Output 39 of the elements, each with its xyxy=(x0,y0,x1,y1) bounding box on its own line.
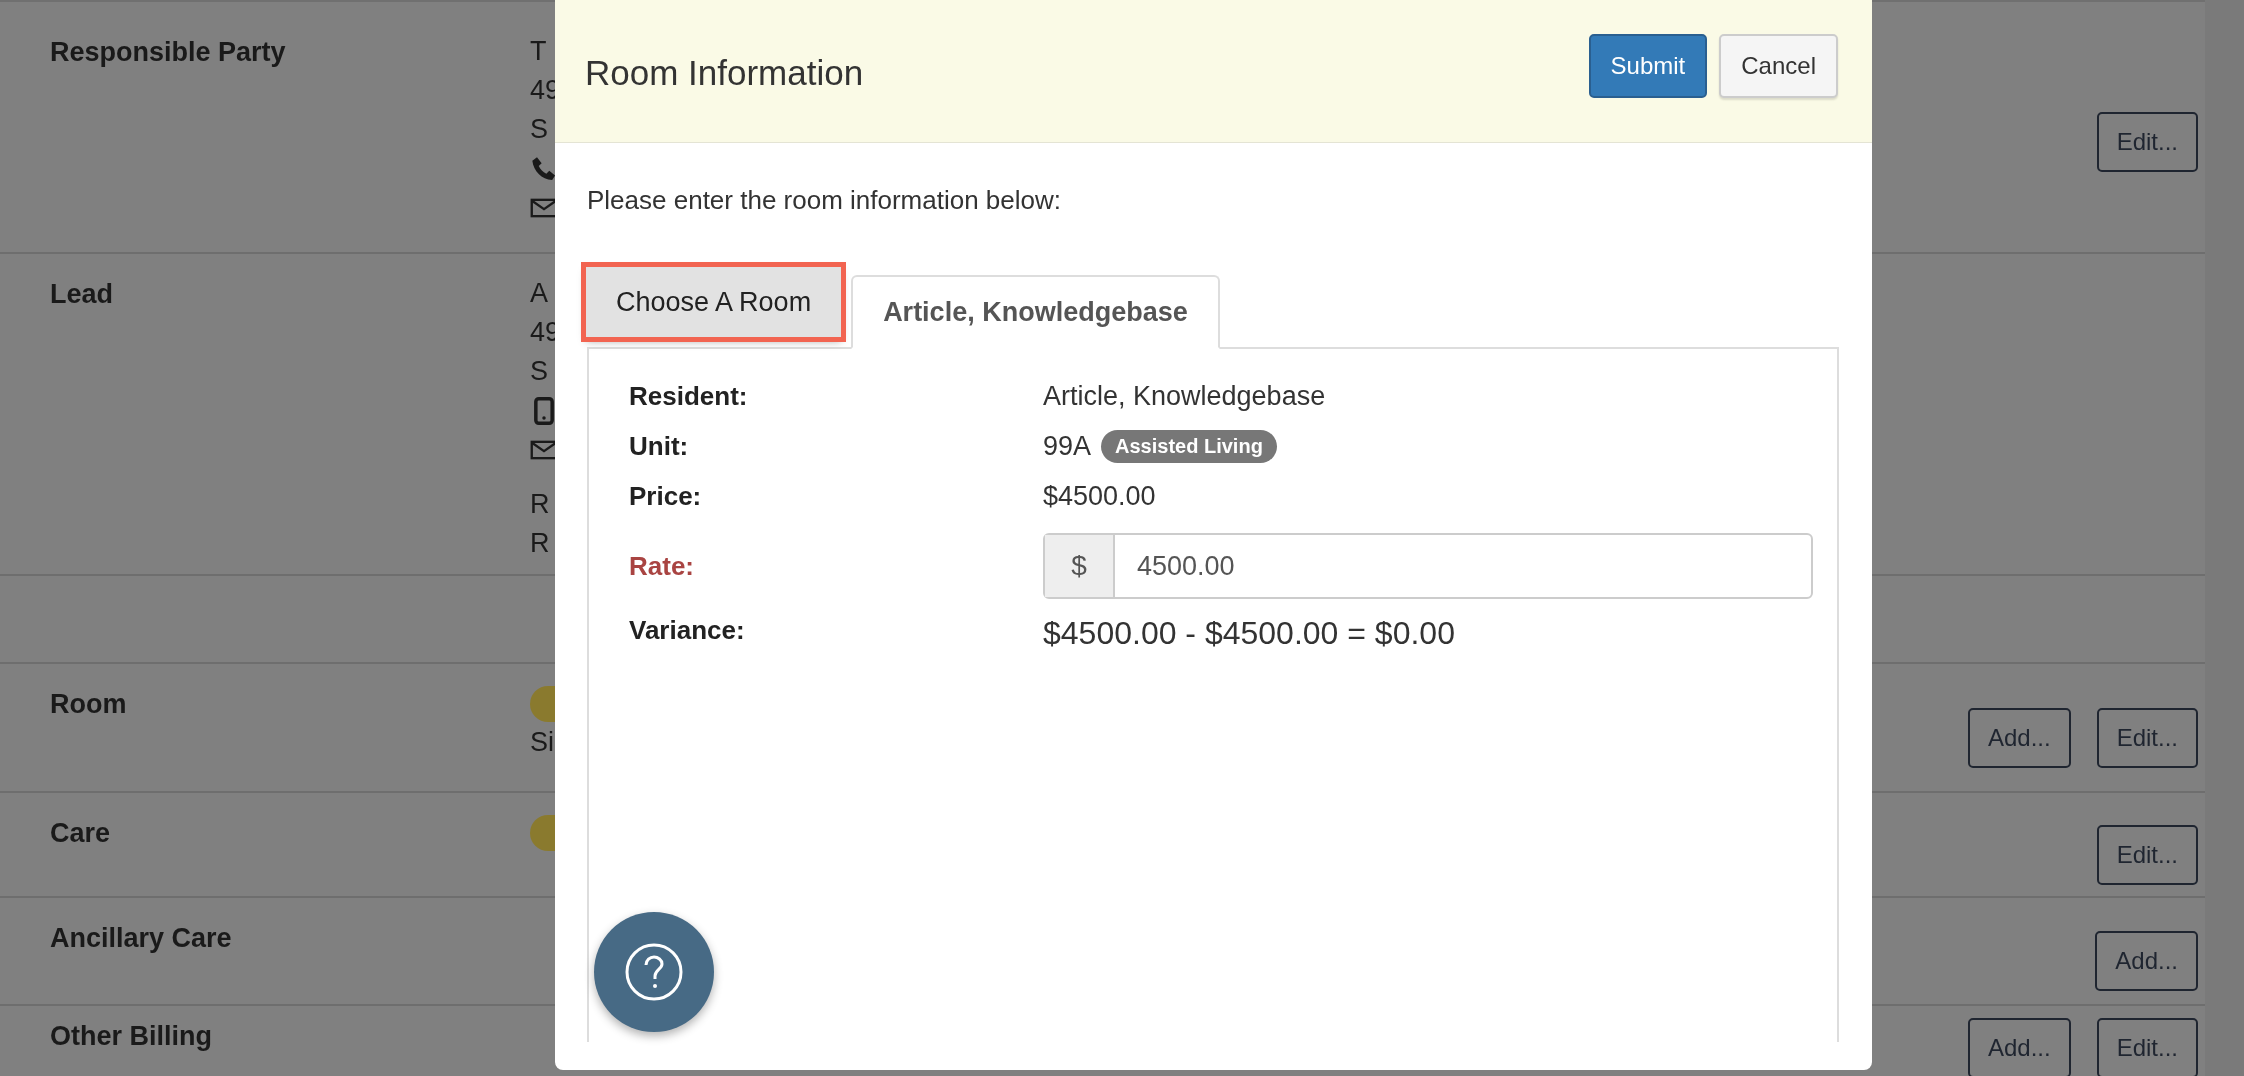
variance-value: $4500.00 - $4500.00 = $0.00 xyxy=(1043,615,1455,652)
detail-text: Si xyxy=(530,726,554,759)
section-label: Responsible Party xyxy=(49,36,287,69)
field-label: Variance: xyxy=(629,615,746,646)
submit-button[interactable]: Submit xyxy=(1588,34,1708,98)
unit-type-badge: Assisted Living xyxy=(1101,429,1277,463)
section-button[interactable]: Edit... xyxy=(2096,1018,2198,1076)
section-button[interactable]: Edit... xyxy=(2096,707,2198,768)
tab[interactable]: Article, Knowledgebase xyxy=(851,275,1220,349)
rate-input[interactable]: $ 4500.00 xyxy=(1043,533,1813,599)
detail-text: T xyxy=(530,35,547,68)
field-label: Unit: xyxy=(629,430,690,462)
section-label: Ancillary Care xyxy=(49,922,233,955)
section-label: Other Billing xyxy=(49,1020,213,1053)
section-button[interactable]: Add... xyxy=(2095,931,2198,991)
detail-text: R xyxy=(530,527,550,560)
cancel-button[interactable]: Cancel xyxy=(1719,34,1838,98)
currency-addon: $ xyxy=(1045,535,1115,597)
question-mark-icon xyxy=(624,942,684,1002)
detail-text: S xyxy=(530,113,548,146)
section-button[interactable]: Add... xyxy=(1967,1018,2071,1076)
field-label: Resident: xyxy=(629,380,749,412)
field-label: Rate: xyxy=(629,550,695,582)
section-label: Lead xyxy=(49,278,115,311)
intro-text: Please enter the room information below: xyxy=(587,185,1063,216)
modal-title: Room Information xyxy=(585,52,864,93)
section-button[interactable]: Edit... xyxy=(2096,824,2198,885)
detail-text: R xyxy=(530,488,550,521)
section-label: Room xyxy=(49,688,128,721)
help-button[interactable] xyxy=(594,912,714,1032)
field-value: Article, Knowledgebase xyxy=(1043,380,1326,412)
section-button[interactable]: Edit... xyxy=(2096,112,2198,172)
field-value: $4500.00 xyxy=(1043,480,1156,512)
unit-value: 99A xyxy=(1043,430,1092,462)
field-label: Price: xyxy=(629,480,703,512)
detail-text: S xyxy=(530,355,548,388)
section-label: Care xyxy=(49,817,112,850)
detail-text: A xyxy=(530,277,548,310)
section-button[interactable]: Add... xyxy=(1967,707,2071,768)
